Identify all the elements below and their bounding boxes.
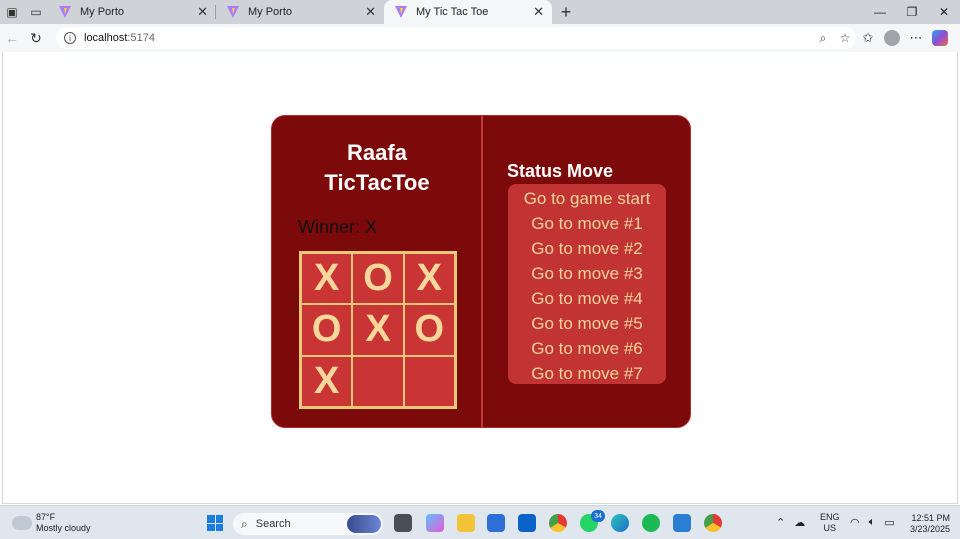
- onedrive-icon[interactable]: ☁: [794, 516, 805, 529]
- close-window-icon[interactable]: ✕: [928, 0, 960, 24]
- windows-taskbar: 87°F Mostly cloudy ⌕ Search 34 ⌃ ☁ ENG U…: [0, 505, 960, 539]
- workspaces-icon[interactable]: ▣: [0, 0, 24, 24]
- task-view-icon[interactable]: [394, 514, 412, 532]
- site-info-icon[interactable]: i: [64, 32, 76, 44]
- clock-time: 12:51 PM: [911, 513, 950, 523]
- outlook-icon[interactable]: [518, 514, 536, 532]
- tab-title: My Porto: [80, 6, 125, 18]
- lang-line1: ENG: [820, 512, 840, 522]
- move-button-6[interactable]: Go to move #6: [508, 336, 666, 361]
- move-button-7[interactable]: Go to move #7: [508, 361, 666, 386]
- system-tray: ⌃ ☁: [776, 516, 805, 529]
- chrome-profile-icon[interactable]: [704, 514, 722, 532]
- edge-icon[interactable]: [611, 514, 629, 532]
- minimize-icon[interactable]: —: [864, 0, 896, 24]
- back-icon[interactable]: ←: [0, 24, 24, 52]
- copilot-icon[interactable]: [932, 30, 948, 46]
- game-card: Raafa TicTacToe Winner: X X O X O X O X …: [271, 115, 691, 428]
- tab-close-icon[interactable]: ✕: [197, 4, 208, 20]
- weather-temp: 87°F: [36, 512, 56, 522]
- search-highlight-icon: [347, 515, 381, 533]
- move-button-4[interactable]: Go to move #4: [508, 286, 666, 311]
- weather-widget[interactable]: 87°F Mostly cloudy: [10, 512, 91, 534]
- lang-line2: US: [823, 523, 837, 533]
- favorite-star-icon[interactable]: ☆: [834, 27, 856, 49]
- tab-title: My Porto: [248, 6, 293, 18]
- browser-tab-bar: ▣ ▭ My Porto ✕ My Porto ✕ My Tic Tac Toe…: [0, 0, 960, 24]
- game-board: X O X O X O X: [299, 251, 457, 409]
- status-tray: ◠ 🔈︎ ▭: [850, 516, 895, 529]
- vite-icon: [58, 5, 72, 19]
- move-button-3[interactable]: Go to move #3: [508, 261, 666, 286]
- search-icon: ⌕: [241, 516, 248, 531]
- winner-status: Winner: X: [298, 217, 378, 237]
- volume-icon[interactable]: 🔈︎: [869, 516, 876, 529]
- page-viewport: Raafa TicTacToe Winner: X X O X O X O X …: [2, 52, 958, 504]
- search-label: Search: [255, 518, 291, 530]
- profile-avatar[interactable]: [884, 30, 900, 46]
- clock-date: 3/23/2025: [909, 524, 950, 534]
- url-port: :5174: [127, 32, 155, 44]
- more-menu-icon[interactable]: ⋯: [904, 24, 928, 52]
- url-actions: ⌕ ☆: [812, 27, 856, 49]
- notification-badge: 34: [591, 510, 605, 522]
- vite-icon: [226, 5, 240, 19]
- tab-close-icon[interactable]: ✕: [365, 4, 376, 20]
- favorites-icon[interactable]: ✩: [856, 24, 880, 52]
- move-button-5[interactable]: Go to move #5: [508, 311, 666, 336]
- vscode-icon[interactable]: [673, 514, 691, 532]
- address-toolbar: ← ↻ i localhost:5174 ⌕ ☆ ✩ ⋯: [0, 24, 960, 52]
- chrome-icon[interactable]: [549, 514, 567, 532]
- start-windows-icon[interactable]: [207, 515, 223, 531]
- tab-title: My Tic Tac Toe: [416, 6, 489, 18]
- spotify-icon[interactable]: [642, 514, 660, 532]
- refresh-icon[interactable]: ↻: [24, 24, 48, 52]
- file-explorer-icon[interactable]: [457, 514, 475, 532]
- copilot-app-icon[interactable]: [426, 514, 444, 532]
- tab-actions-icon[interactable]: ▭: [24, 0, 48, 24]
- language-indicator[interactable]: ENG US: [820, 512, 840, 534]
- game-title-line1: Raafa: [347, 140, 407, 165]
- weather-desc: Mostly cloudy: [36, 523, 91, 533]
- board-square[interactable]: O: [352, 253, 404, 305]
- board-square[interactable]: [403, 355, 455, 407]
- toolbar-right: ✩ ⋯: [856, 24, 948, 52]
- board-square[interactable]: O: [403, 304, 455, 356]
- restore-icon[interactable]: ❐: [896, 0, 928, 24]
- board-square[interactable]: X: [301, 355, 353, 407]
- clock[interactable]: 12:51 PM 3/23/2025: [906, 513, 950, 535]
- game-title: Raafa TicTacToe: [292, 138, 462, 198]
- taskbar-search[interactable]: ⌕ Search: [233, 513, 383, 535]
- browser-tab-2[interactable]: My Porto ✕: [216, 0, 384, 24]
- new-tab-button[interactable]: +: [554, 0, 578, 24]
- browser-tab-1[interactable]: My Porto ✕: [48, 0, 216, 24]
- tab-close-icon[interactable]: ✕: [533, 4, 544, 20]
- board-square[interactable]: X: [301, 253, 353, 305]
- move-history-list: Go to game start Go to move #1 Go to mov…: [508, 184, 666, 384]
- move-button-2[interactable]: Go to move #2: [508, 236, 666, 261]
- vite-icon: [394, 5, 408, 19]
- wifi-icon[interactable]: ◠: [850, 516, 860, 529]
- board-square[interactable]: X: [403, 253, 455, 305]
- move-button-1[interactable]: Go to move #1: [508, 211, 666, 236]
- url-host: localhost: [84, 32, 128, 44]
- status-move-heading: Status Move: [507, 161, 614, 181]
- weather-text: 87°F Mostly cloudy: [36, 512, 91, 534]
- store-icon[interactable]: [487, 514, 505, 532]
- chevron-up-icon[interactable]: ⌃: [776, 516, 785, 529]
- board-square[interactable]: X: [352, 304, 404, 356]
- board-square[interactable]: [352, 355, 404, 407]
- battery-icon[interactable]: ▭: [884, 516, 894, 529]
- cloudy-weather-icon: [10, 512, 32, 530]
- url-field[interactable]: i localhost:5174 ⌕ ☆: [56, 27, 856, 49]
- game-title-line2: TicTacToe: [324, 170, 430, 195]
- zoom-icon[interactable]: ⌕: [812, 27, 834, 49]
- window-controls: — ❐ ✕: [864, 0, 960, 24]
- board-square[interactable]: O: [301, 304, 353, 356]
- panel-divider: [481, 116, 483, 427]
- browser-tab-3-active[interactable]: My Tic Tac Toe ✕: [384, 0, 552, 24]
- move-button-start[interactable]: Go to game start: [508, 186, 666, 211]
